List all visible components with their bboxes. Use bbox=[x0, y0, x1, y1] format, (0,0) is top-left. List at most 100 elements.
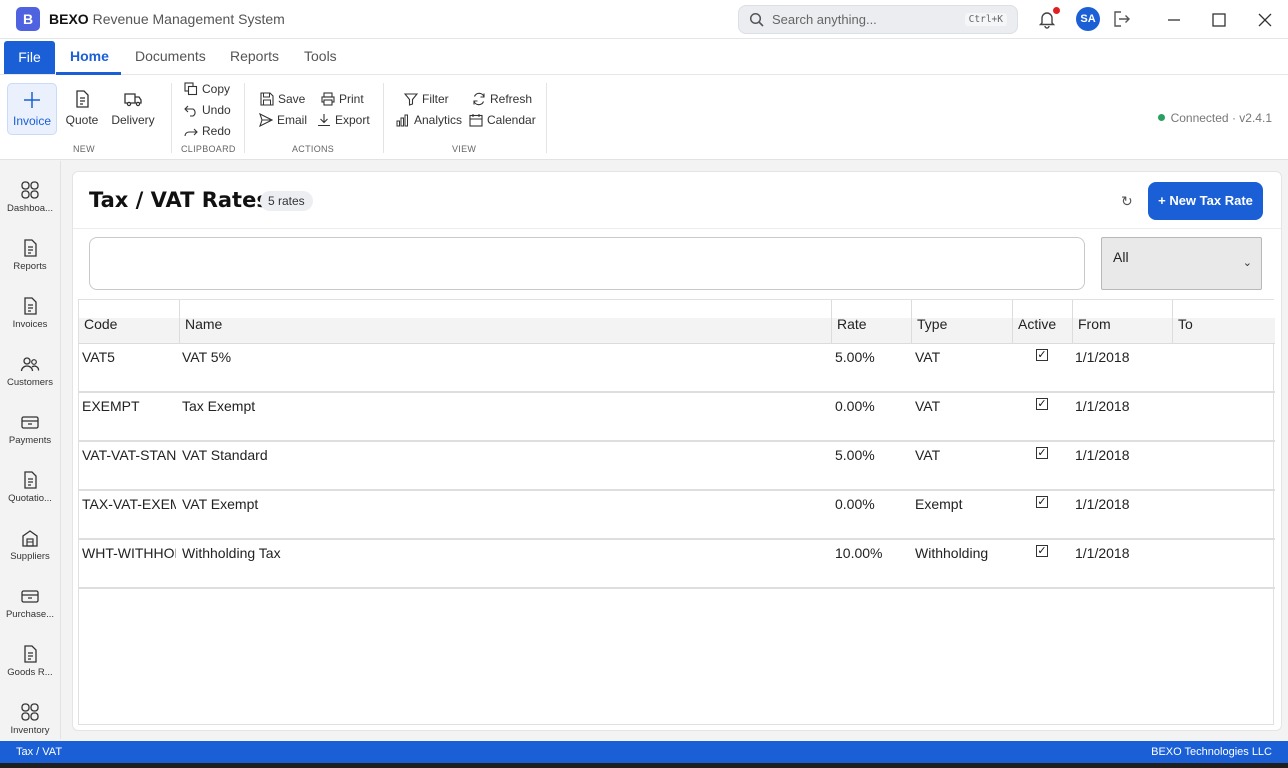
email-button[interactable]: Email bbox=[259, 111, 307, 129]
new-invoice-button[interactable]: Invoice bbox=[7, 83, 57, 135]
column-header-active[interactable]: Active bbox=[1013, 300, 1073, 344]
user-avatar[interactable]: SA bbox=[1076, 7, 1100, 31]
tab-tools[interactable]: Tools bbox=[304, 48, 337, 64]
minimize-icon[interactable] bbox=[1164, 10, 1184, 30]
select-value: All bbox=[1113, 249, 1129, 265]
global-search[interactable]: Search anything... Ctrl+K bbox=[738, 5, 1018, 34]
sidebar-item-label: Reports bbox=[13, 261, 47, 272]
sidebar-nav: Dashboa... Reports Invoices Customers Pa… bbox=[0, 161, 61, 739]
sidebar-item-purchase[interactable]: Purchase... bbox=[0, 586, 60, 642]
print-button[interactable]: Print bbox=[321, 90, 366, 108]
copy-label: Copy bbox=[202, 82, 231, 96]
close-icon[interactable] bbox=[1255, 10, 1275, 30]
active-checkbox[interactable]: ✓ bbox=[1036, 545, 1048, 557]
cell-type: VAT bbox=[915, 349, 941, 365]
cell-code: VAT5 bbox=[82, 349, 115, 365]
search-icon bbox=[749, 12, 764, 27]
table-row[interactable]: VAT-VAT-STANI VAT Standard 5.00% VAT 1/1/201… bbox=[79, 442, 1275, 491]
plus-icon bbox=[24, 92, 40, 108]
cell-from: 1/1/2018 bbox=[1075, 349, 1130, 365]
column-header-from[interactable]: From bbox=[1073, 300, 1173, 344]
document-icon bbox=[24, 645, 37, 663]
active-checkbox[interactable]: ✓ bbox=[1036, 349, 1048, 361]
ribbon-divider bbox=[546, 83, 547, 153]
filter-icon bbox=[404, 93, 418, 106]
calendar-button[interactable]: Calendar bbox=[469, 111, 536, 129]
sidebar-item-label: Dashboa... bbox=[7, 203, 53, 214]
copy-button[interactable]: Copy bbox=[184, 80, 234, 98]
column-header-type[interactable]: Type bbox=[912, 300, 1013, 344]
cell-code: VAT-VAT-STANI bbox=[82, 447, 176, 463]
column-header-to[interactable]: To bbox=[1173, 300, 1275, 344]
refresh-button[interactable]: Refresh bbox=[472, 90, 532, 108]
sidebar-item-payments[interactable]: Payments bbox=[0, 412, 60, 468]
tab-reports[interactable]: Reports bbox=[230, 48, 279, 64]
dashboard-icon bbox=[21, 181, 39, 199]
redo-icon bbox=[184, 128, 198, 137]
reload-icon[interactable]: ↻ bbox=[1121, 193, 1133, 210]
sidebar-item-customers[interactable]: Customers bbox=[0, 354, 60, 410]
search-input[interactable] bbox=[89, 237, 1085, 290]
refresh-icon bbox=[473, 92, 485, 106]
calendar-label: Calendar bbox=[487, 113, 536, 127]
file-menu-button[interactable]: File bbox=[4, 41, 55, 74]
panel-header: Tax / VAT Rates 5 rates ↻ + New Tax Rate bbox=[73, 172, 1281, 229]
notification-dot bbox=[1053, 7, 1060, 14]
table-row[interactable]: EXEMPT Tax Exempt 0.00% VAT 1/1/2018 ✓ bbox=[79, 393, 1275, 442]
undo-label: Undo bbox=[202, 103, 231, 117]
bar-chart-icon bbox=[396, 114, 408, 127]
maximize-icon[interactable] bbox=[1209, 10, 1229, 30]
cell-rate: 0.00% bbox=[835, 398, 875, 414]
cell-code: EXEMPT bbox=[82, 398, 140, 414]
cell-from: 1/1/2018 bbox=[1075, 496, 1130, 512]
document-icon bbox=[76, 90, 89, 108]
save-button[interactable]: Save bbox=[260, 90, 305, 108]
cell-name: VAT Exempt bbox=[182, 496, 259, 512]
cell-from: 1/1/2018 bbox=[1075, 447, 1130, 463]
sidebar-item-dashboard[interactable]: Dashboa... bbox=[0, 180, 60, 236]
active-checkbox[interactable]: ✓ bbox=[1036, 447, 1048, 459]
redo-button[interactable]: Redo bbox=[184, 122, 234, 140]
new-delivery-button[interactable]: Delivery bbox=[108, 83, 158, 135]
table-row[interactable]: TAX-VAT-EXEM VAT Exempt 0.00% Exempt 1/1/201… bbox=[79, 491, 1275, 540]
sidebar-item-reports[interactable]: Reports bbox=[0, 238, 60, 294]
sidebar-item-quotations[interactable]: Quotatio... bbox=[0, 470, 60, 526]
sidebar-item-label: Payments bbox=[8, 435, 52, 446]
tab-home[interactable]: Home bbox=[70, 48, 109, 64]
cell-code: WHT-WITHHOL bbox=[82, 545, 176, 561]
connection-label: Connected bbox=[1170, 111, 1229, 125]
new-delivery-label: Delivery bbox=[111, 113, 155, 127]
save-icon bbox=[260, 92, 274, 106]
sign-out-icon[interactable] bbox=[1112, 10, 1132, 28]
table-row[interactable]: VAT5 VAT 5% 5.00% VAT 1/1/2018 ✓ bbox=[79, 344, 1275, 393]
sidebar-item-suppliers[interactable]: Suppliers bbox=[0, 528, 60, 584]
sidebar-item-invoices[interactable]: Invoices bbox=[0, 296, 60, 352]
filter-button[interactable]: Filter bbox=[404, 90, 452, 108]
column-header-name[interactable]: Name bbox=[180, 300, 832, 344]
analytics-button[interactable]: Analytics bbox=[396, 111, 462, 129]
undo-button[interactable]: Undo bbox=[184, 101, 234, 119]
export-button[interactable]: Export bbox=[317, 111, 370, 129]
new-quote-button[interactable]: Quote bbox=[62, 83, 102, 135]
active-checkbox[interactable]: ✓ bbox=[1036, 398, 1048, 410]
active-checkbox[interactable]: ✓ bbox=[1036, 496, 1048, 508]
table-row[interactable]: WHT-WITHHOL Withholding Tax 10.00% Withhold… bbox=[79, 540, 1275, 589]
sidebar-item-goods-receipt[interactable]: Goods R... bbox=[0, 644, 60, 700]
table-header: Code Name Rate Type Active From To bbox=[79, 300, 1275, 344]
new-tax-rate-button[interactable]: + New Tax Rate bbox=[1148, 182, 1263, 220]
column-header-rate[interactable]: Rate bbox=[832, 300, 912, 344]
send-icon bbox=[259, 113, 273, 127]
title-bar: B BEXO Revenue Management System Search … bbox=[0, 0, 1288, 39]
window-bottom-edge bbox=[0, 763, 1288, 768]
sidebar-item-label: Purchase... bbox=[5, 609, 55, 620]
cell-type: VAT bbox=[915, 398, 941, 414]
group-label-clipboard: CLIPBOARD bbox=[181, 144, 236, 154]
sidebar-item-label: Goods R... bbox=[7, 667, 53, 678]
column-header-code[interactable]: Code bbox=[79, 300, 180, 344]
credit-card-icon bbox=[21, 590, 39, 603]
cell-type: Exempt bbox=[915, 496, 963, 512]
cell-from: 1/1/2018 bbox=[1075, 398, 1130, 414]
tab-documents[interactable]: Documents bbox=[135, 48, 206, 64]
type-filter-select[interactable]: All ⌄ bbox=[1101, 237, 1262, 290]
cell-type: VAT bbox=[915, 447, 941, 463]
